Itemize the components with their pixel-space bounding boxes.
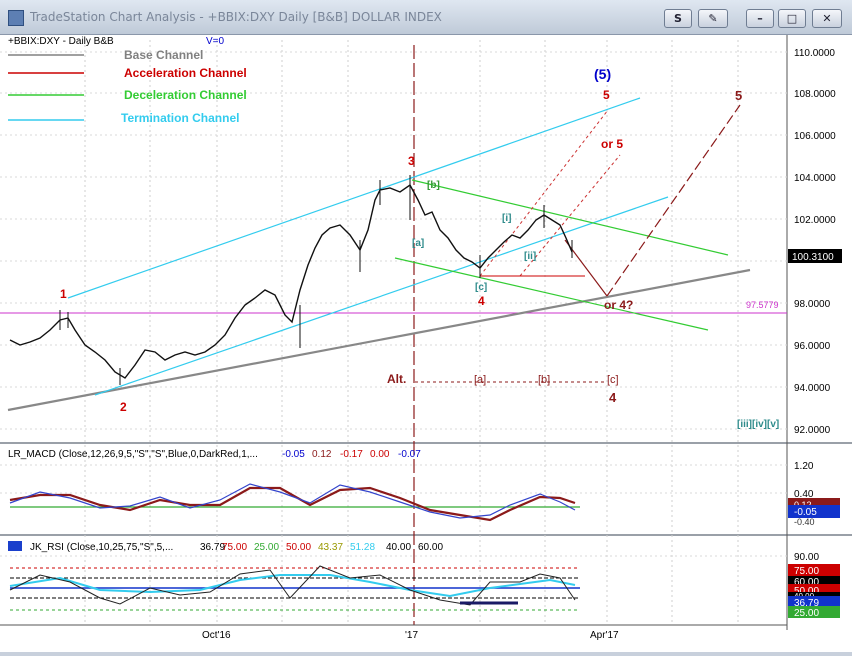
or-4-label: or 4?	[604, 298, 633, 312]
minimize-button[interactable]: –	[746, 9, 774, 28]
time-tick-apr17: Apr'17	[590, 630, 619, 641]
alt-b: [b]	[538, 374, 550, 386]
legend-termination: Termination Channel	[121, 111, 239, 125]
wave-2: 2	[120, 400, 127, 414]
rsi-val-3: 50.00	[286, 542, 311, 553]
title-bar: TradeStation Chart Analysis - +BBIX:DXY …	[0, 0, 852, 35]
drawing-tool-button[interactable]: ✎	[698, 9, 728, 28]
legend-acceleration: Acceleration Channel	[124, 66, 247, 80]
macd-label: LR_MACD (Close,12,26,9,5,"S","S",Blue,0,…	[8, 449, 258, 460]
iii-iv-v-label: [iii][iv][v]	[737, 419, 779, 430]
macd-val-0: -0.05	[282, 449, 305, 460]
svg-text:108.0000: 108.0000	[794, 89, 836, 100]
wave-5-major: (5)	[594, 66, 611, 82]
rsi-axis-0: 90.00	[794, 552, 819, 563]
legend-deceleration: Deceleration Channel	[124, 88, 247, 102]
macd-axis-0: 1.20	[794, 461, 814, 472]
chart-area[interactable]: +BBIX:DXY - Daily B&B V=0 Base Channel A…	[0, 35, 852, 652]
app-icon	[8, 10, 24, 26]
ii-bracket: [ii]	[524, 251, 536, 262]
wave-3: 3	[408, 154, 415, 168]
macd-badge-2: -0.40	[794, 517, 815, 527]
b-bracket: [b]	[427, 180, 440, 191]
a-bracket: [a]	[412, 238, 424, 249]
i-bracket: [i]	[502, 213, 511, 224]
svg-text:106.0000: 106.0000	[794, 131, 836, 142]
rsi-val-1: 75.00	[222, 542, 247, 553]
rsi-val-7: 60.00	[418, 542, 443, 553]
svg-text:94.0000: 94.0000	[794, 383, 831, 394]
rsi-val-4: 43.37	[318, 542, 343, 553]
wave-5-far: 5	[735, 88, 742, 103]
svg-text:110.0000: 110.0000	[794, 48, 835, 59]
time-tick-oct16: Oct'16	[202, 630, 231, 641]
c-bracket: [c]	[475, 282, 487, 293]
alt-label: Alt.	[387, 372, 406, 386]
rsi-val-6: 40.00	[386, 542, 411, 553]
macd-val-2: -0.17	[340, 449, 363, 460]
symbol-label: +BBIX:DXY - Daily B&B	[8, 36, 114, 47]
svg-text:102.0000: 102.0000	[794, 215, 836, 226]
close-button[interactable]: ✕	[812, 9, 842, 28]
rsi-val-5: 51.28	[350, 542, 375, 553]
volume-label: V=0	[206, 36, 225, 47]
svg-text:96.0000: 96.0000	[794, 341, 831, 352]
legend-base: Base Channel	[124, 48, 203, 62]
svg-text:92.0000: 92.0000	[794, 425, 831, 436]
rsi-badge-0: 75.00	[794, 566, 819, 577]
hline-value: 97.5779	[746, 300, 779, 310]
symbol-link-button[interactable]: S	[664, 9, 692, 28]
or-5-label: or 5	[601, 137, 623, 151]
alt-4: 4	[609, 390, 617, 405]
svg-text:104.0000: 104.0000	[794, 173, 836, 184]
last-price-badge: 100.3100	[792, 252, 834, 263]
wave-5-red: 5	[603, 88, 610, 102]
alt-a: [a]	[474, 374, 486, 386]
window-title: TradeStation Chart Analysis - +BBIX:DXY …	[30, 10, 442, 24]
chart-svg[interactable]: +BBIX:DXY - Daily B&B V=0 Base Channel A…	[0, 35, 852, 652]
rsi-badge-5: 25.00	[794, 608, 819, 619]
svg-text:98.0000: 98.0000	[794, 299, 831, 310]
wave-4: 4	[478, 294, 485, 308]
maximize-button[interactable]: □	[778, 9, 806, 28]
wave-1: 1	[60, 287, 67, 301]
macd-val-1: 0.12	[312, 449, 332, 460]
rsi-val-2: 25.00	[254, 542, 279, 553]
alt-c: [c]	[607, 374, 619, 386]
rsi-label: JK_RSI (Close,10,25,75,"S",5,...	[30, 542, 173, 553]
macd-val-3: 0.00	[370, 449, 390, 460]
macd-val-4: -0.07	[398, 449, 421, 460]
time-tick-17: '17	[405, 630, 418, 641]
